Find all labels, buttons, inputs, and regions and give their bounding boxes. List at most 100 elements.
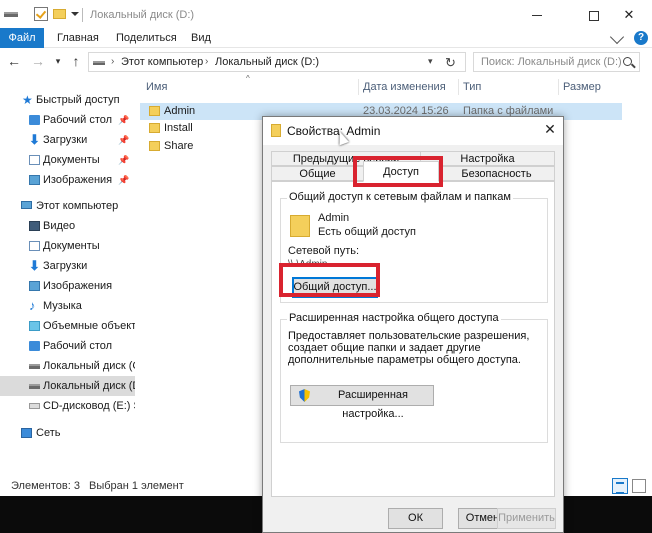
column-divider[interactable] xyxy=(558,79,559,95)
large-icons-view-icon[interactable] xyxy=(632,479,646,493)
breadcrumb-arrow-icon[interactable]: › xyxy=(205,56,208,67)
dialog-title-bar: Свойства: Admin ✕ xyxy=(263,117,563,145)
item-count: Элементов: 3 xyxy=(11,480,80,492)
sidebar-item-pictures[interactable]: Изображения 📌 xyxy=(0,170,135,190)
tab-share[interactable]: Поделиться xyxy=(116,28,177,48)
sidebar-item-drive-c[interactable]: Локальный диск (C:) xyxy=(0,356,135,376)
search-input[interactable]: Поиск: Локальный диск (D:) xyxy=(473,52,640,72)
sidebar-item-label: Видео xyxy=(43,220,76,232)
address-dropdown-icon[interactable]: ▾ xyxy=(428,56,433,67)
breadcrumb-this-pc[interactable]: Этот компьютер xyxy=(121,56,203,68)
sidebar-item-label: Рабочий стол xyxy=(43,114,113,126)
properties-check-icon[interactable] xyxy=(34,7,48,21)
title-bar: Локальный диск (D:) ✕ xyxy=(0,0,652,30)
up-icon[interactable]: ↑ xyxy=(68,53,84,69)
breadcrumb-drive-d[interactable]: Локальный диск (D:) xyxy=(215,56,319,68)
sidebar-item-label: Изображения xyxy=(43,174,113,186)
sidebar-item-label: Быстрый доступ xyxy=(36,94,120,106)
advanced-sharing-label: Расширенная настройка... xyxy=(337,389,409,420)
column-header-size[interactable]: Размер xyxy=(563,81,601,93)
uac-shield-icon xyxy=(299,389,310,402)
group-title: Расширенная настройка общего доступа xyxy=(287,312,501,324)
downloads-icon: ⬇ xyxy=(29,132,40,147)
sidebar-item-label: Загрузки xyxy=(43,134,88,146)
folder-icon xyxy=(271,124,281,137)
downloads-icon: ⬇ xyxy=(29,258,40,273)
sidebar-item-downloads-pc[interactable]: ⬇ Загрузки xyxy=(0,256,135,276)
sidebar-item-videos[interactable]: Видео xyxy=(0,216,135,236)
sidebar-item-music[interactable]: ♪ Музыка xyxy=(0,296,135,316)
sidebar-item-downloads[interactable]: ⬇ Загрузки 📌 xyxy=(0,130,135,150)
sidebar-item-cd-drive[interactable]: CD-дисковод (E:) SS xyxy=(0,396,135,416)
desktop-folder-icon xyxy=(29,115,40,125)
sidebar-item-documents-pc[interactable]: Документы xyxy=(0,236,135,256)
new-folder-icon[interactable] xyxy=(53,9,66,19)
details-view-icon[interactable] xyxy=(612,478,628,494)
star-icon: ★ xyxy=(22,93,33,107)
sidebar-item-network[interactable]: Сеть xyxy=(0,423,135,443)
title-separator xyxy=(82,8,83,22)
3d-objects-icon xyxy=(29,321,40,331)
sidebar-item-documents[interactable]: Документы 📌 xyxy=(0,150,135,170)
selection-count: Выбран 1 элемент xyxy=(89,480,184,492)
close-button[interactable]: ✕ xyxy=(606,0,652,30)
folder-icon xyxy=(290,215,310,237)
drive-icon xyxy=(93,61,105,65)
ok-button[interactable]: ОК xyxy=(388,508,443,529)
sidebar-item-label: Локальный диск (D:) xyxy=(43,380,135,392)
group-title: Общий доступ к сетевым файлам и папкам xyxy=(287,191,513,203)
expand-ribbon-icon[interactable] xyxy=(609,29,625,45)
apply-button[interactable]: Применить xyxy=(497,508,556,529)
dialog-close-icon[interactable]: ✕ xyxy=(541,121,559,138)
drive-icon xyxy=(29,364,40,369)
sidebar-item-label: Рабочий стол xyxy=(43,340,113,352)
sidebar-item-label: Документы xyxy=(43,240,100,252)
music-icon: ♪ xyxy=(29,298,36,313)
folder-icon xyxy=(149,141,160,151)
column-divider[interactable] xyxy=(358,79,359,95)
drive-icon xyxy=(4,12,18,17)
tab-general[interactable]: Общие xyxy=(271,166,364,181)
maximize-icon xyxy=(589,10,599,21)
column-header-date[interactable]: Дата изменения xyxy=(363,81,446,93)
recent-locations-icon[interactable]: ▾ xyxy=(50,53,66,69)
sidebar-item-pictures-pc[interactable]: Изображения xyxy=(0,276,135,296)
sidebar-item-this-pc[interactable]: Этот компьютер xyxy=(0,196,135,216)
refresh-icon[interactable]: ↻ xyxy=(445,55,456,71)
column-header-name[interactable]: Имя xyxy=(146,81,167,93)
highlight-access-tab xyxy=(353,156,443,187)
forward-icon[interactable]: → xyxy=(30,53,46,69)
shared-folder-name: Admin xyxy=(318,212,350,224)
pictures-icon xyxy=(29,281,40,291)
sidebar-item-3d-objects[interactable]: Объемные объекты xyxy=(0,316,135,336)
help-icon[interactable]: ? xyxy=(634,31,648,45)
column-headers: Имя Дата изменения Тип Размер xyxy=(140,77,622,97)
back-icon[interactable]: ← xyxy=(6,53,22,69)
drive-icon xyxy=(29,384,40,389)
address-bar[interactable]: › Этот компьютер › Локальный диск (D:) ▾… xyxy=(88,52,466,72)
highlight-share-button xyxy=(279,263,380,297)
sidebar-item-label: Сеть xyxy=(36,427,61,439)
network-icon xyxy=(21,428,32,438)
column-header-type[interactable]: Тип xyxy=(463,81,481,93)
minimize-button[interactable] xyxy=(514,0,560,30)
file-name: Admin xyxy=(164,105,196,117)
sidebar-item-label: Этот компьютер xyxy=(36,200,119,212)
sidebar-item-desktop[interactable]: Рабочий стол 📌 xyxy=(0,110,135,130)
cd-drive-icon xyxy=(29,403,40,409)
window-title: Локальный диск (D:) xyxy=(90,9,195,21)
search-icon xyxy=(623,57,632,66)
tab-security[interactable]: Безопасность xyxy=(438,166,555,181)
quick-access-dropdown-icon[interactable] xyxy=(71,12,79,16)
tab-file[interactable]: Файл xyxy=(0,28,44,48)
sidebar-item-drive-d[interactable]: Локальный диск (D:) xyxy=(0,376,135,396)
advanced-sharing-description: Предоставляет пользовательские разрешени… xyxy=(288,330,530,366)
sidebar-item-desktop-pc[interactable]: Рабочий стол xyxy=(0,336,135,356)
column-divider[interactable] xyxy=(458,79,459,95)
advanced-sharing-button[interactable]: Расширенная настройка... xyxy=(290,385,434,420)
breadcrumb-arrow-icon[interactable]: › xyxy=(111,56,114,67)
tab-view[interactable]: Вид xyxy=(191,28,211,48)
tab-home[interactable]: Главная xyxy=(57,28,99,48)
sidebar-item-label: Изображения xyxy=(43,280,113,292)
sidebar-item-quick-access[interactable]: ★ Быстрый доступ xyxy=(0,90,135,110)
